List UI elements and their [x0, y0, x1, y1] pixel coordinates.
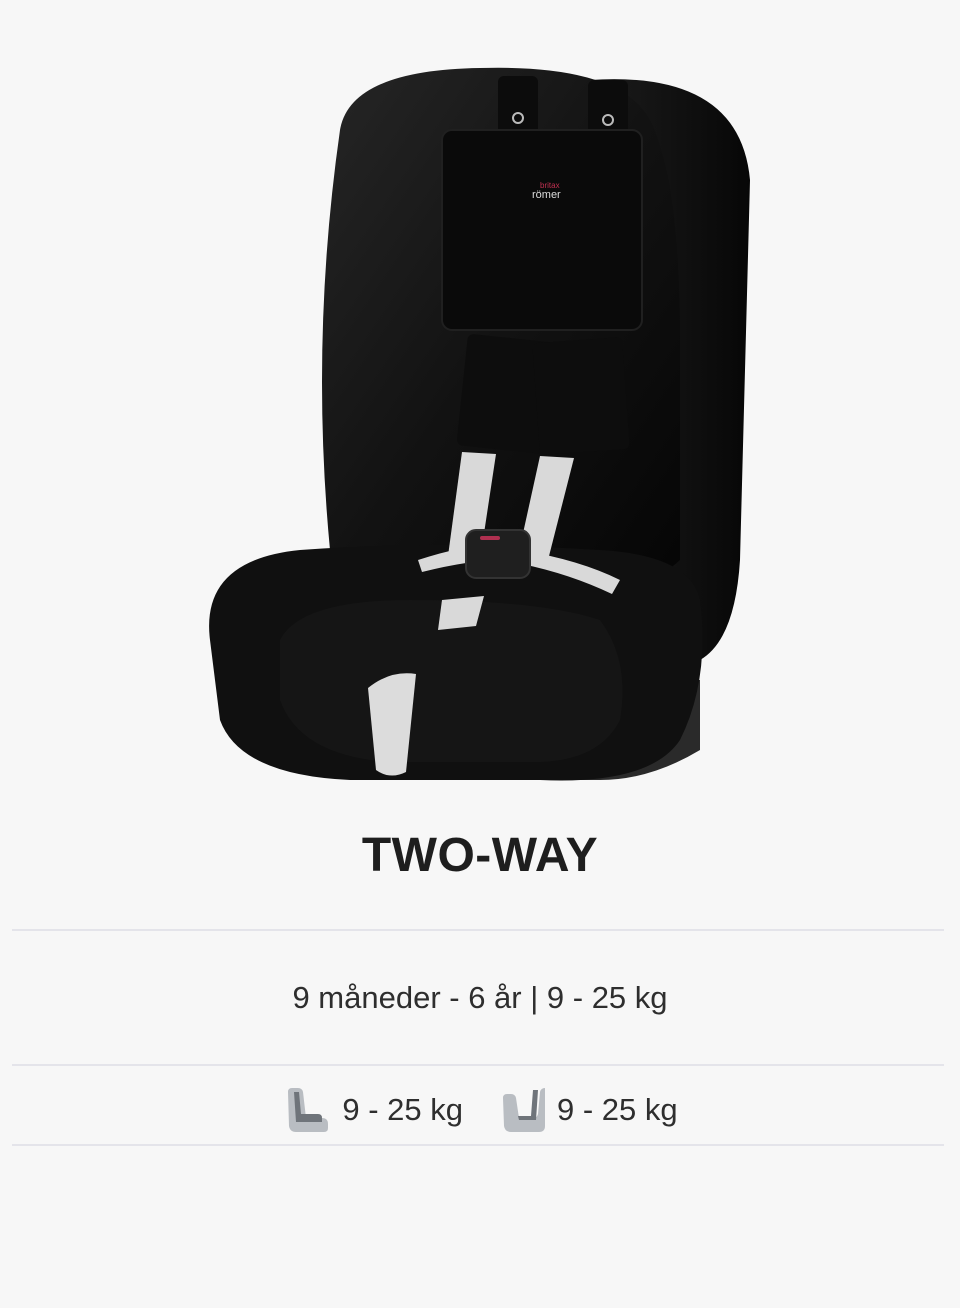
product-title: TWO-WAY [361, 829, 599, 882]
age-weight-range: 9 måneder - 6 år | 9 - 25 kg [292, 980, 668, 1015]
spec-forward-facing: 9 - 25 kg [282, 1084, 463, 1136]
product-card: britax römer TWO-WAY 9 måneder - 6 år | … [0, 0, 960, 1308]
spec-row: 9 - 25 kg 9 - 25 kg [0, 1084, 960, 1136]
divider [12, 929, 944, 931]
svg-text:römer: römer [532, 189, 561, 201]
spec-rear-facing: 9 - 25 kg [497, 1084, 678, 1136]
spec-label: 9 - 25 kg [557, 1092, 678, 1127]
spec-label: 9 - 25 kg [342, 1092, 463, 1127]
forward-facing-seat-icon [288, 1088, 329, 1132]
divider [12, 1144, 944, 1146]
divider [12, 1064, 944, 1066]
rear-facing-seat-icon [503, 1088, 545, 1132]
car-seat-image: britax römer [209, 67, 750, 781]
